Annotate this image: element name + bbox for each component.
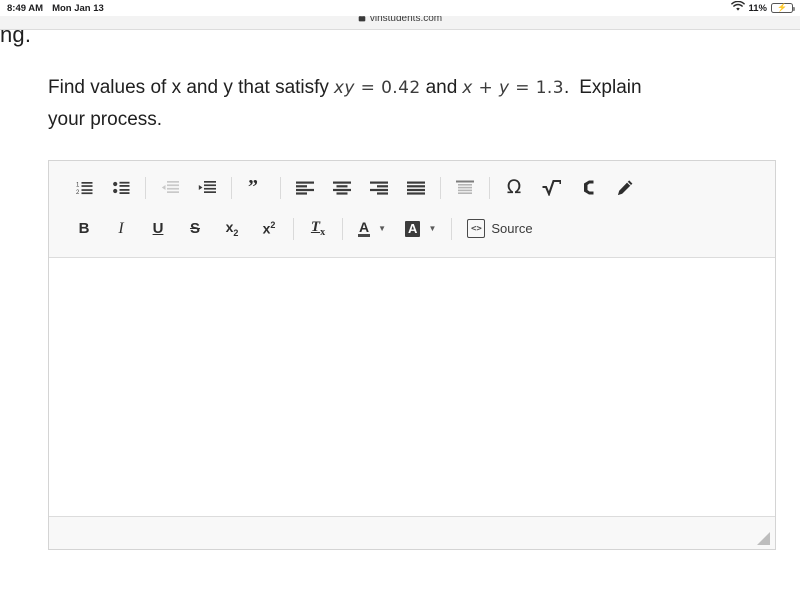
svg-text:2: 2 bbox=[76, 190, 80, 195]
remove-format-button[interactable]: Tx bbox=[303, 214, 333, 244]
bulleted-list-button[interactable] bbox=[106, 173, 136, 203]
rich-text-editor: 1 2 bbox=[48, 160, 776, 550]
toolbar-separator bbox=[231, 177, 232, 199]
editor-content-area[interactable] bbox=[49, 258, 775, 516]
status-bar: 8:49 AM Mon Jan 13 11% ⚡ bbox=[0, 0, 800, 16]
source-code-icon: <> bbox=[467, 219, 485, 238]
source-button[interactable]: <> Source bbox=[461, 214, 538, 244]
underline-icon: U bbox=[153, 221, 164, 236]
resize-grip-handle[interactable] bbox=[757, 532, 770, 545]
align-left-button[interactable] bbox=[290, 173, 320, 203]
blockquote-button[interactable]: ” bbox=[241, 173, 271, 203]
superscript-icon: x2 bbox=[263, 221, 276, 236]
align-right-button[interactable] bbox=[364, 173, 394, 203]
special-character-button[interactable]: Ω bbox=[499, 173, 529, 203]
remove-format-icon: Tx bbox=[311, 220, 325, 238]
numbered-list-button[interactable]: 1 2 bbox=[69, 173, 99, 203]
background-color-button[interactable]: A ▼ bbox=[399, 214, 442, 244]
omega-icon: Ω bbox=[507, 178, 522, 197]
math-equation-button[interactable] bbox=[536, 173, 566, 203]
battery-charging-icon: ⚡ bbox=[771, 3, 793, 13]
question-tail: Explain bbox=[579, 77, 641, 98]
text-color-button[interactable]: A ▼ bbox=[352, 214, 392, 244]
toolbar-row-2: B I U S x2 x2 bbox=[69, 208, 755, 249]
question-period: . bbox=[564, 77, 569, 98]
italic-button[interactable]: I bbox=[106, 214, 136, 244]
question-lead: Find values of x and y that satisfy bbox=[48, 77, 329, 98]
clipped-previous-line: ng. bbox=[0, 30, 31, 48]
draw-button[interactable] bbox=[610, 173, 640, 203]
background-color-icon: A bbox=[405, 221, 420, 237]
battery-percent-label: 11% bbox=[749, 3, 768, 14]
bold-icon: B bbox=[79, 221, 90, 236]
align-justify-button[interactable] bbox=[401, 173, 431, 203]
subscript-button[interactable]: x2 bbox=[217, 214, 247, 244]
svg-text:1: 1 bbox=[76, 183, 80, 189]
wifi-icon bbox=[731, 1, 745, 15]
increase-indent-button[interactable] bbox=[192, 173, 222, 203]
status-date: Mon Jan 13 bbox=[52, 3, 104, 14]
subscript-icon: x2 bbox=[226, 220, 239, 238]
status-time: 8:49 AM bbox=[7, 3, 43, 14]
toolbar-separator bbox=[489, 177, 490, 199]
text-color-icon: A bbox=[358, 220, 370, 237]
status-bar-left: 8:49 AM Mon Jan 13 bbox=[7, 3, 104, 14]
status-bar-right: 11% ⚡ bbox=[731, 1, 794, 15]
block-format-button[interactable] bbox=[450, 173, 480, 203]
chevron-down-icon: ▼ bbox=[378, 224, 386, 233]
chevron-down-icon: ▼ bbox=[428, 224, 436, 233]
underline-button[interactable]: U bbox=[143, 214, 173, 244]
page-content: ng. Find values of x and y that satisfyx… bbox=[0, 30, 800, 600]
toolbar-separator bbox=[293, 218, 294, 240]
toolbar-separator bbox=[280, 177, 281, 199]
question-line-two: your process. bbox=[48, 109, 162, 130]
toolbar-separator bbox=[440, 177, 441, 199]
equation-two: x + y = 1.3 bbox=[462, 78, 564, 98]
question-text: Find values of x and y that satisfyxy = … bbox=[48, 72, 763, 136]
toolbar-separator bbox=[342, 218, 343, 240]
strikethrough-icon: S bbox=[190, 221, 200, 236]
superscript-button[interactable]: x2 bbox=[254, 214, 284, 244]
align-center-button[interactable] bbox=[327, 173, 357, 203]
bold-button[interactable]: B bbox=[69, 214, 99, 244]
italic-icon: I bbox=[118, 221, 123, 237]
decrease-indent-button[interactable] bbox=[155, 173, 185, 203]
source-button-label: Source bbox=[491, 221, 532, 236]
svg-text:”: ” bbox=[248, 180, 258, 195]
toolbar-separator bbox=[451, 218, 452, 240]
question-conjunction: and bbox=[426, 77, 458, 98]
screen: 8:49 AM Mon Jan 13 11% ⚡ bbox=[0, 0, 800, 600]
equation-one: xy = 0.42 bbox=[334, 78, 421, 98]
editor-footer bbox=[49, 516, 775, 549]
toolbar-row-1: 1 2 bbox=[69, 167, 755, 208]
toolbar-separator bbox=[145, 177, 146, 199]
strikethrough-button[interactable]: S bbox=[180, 214, 210, 244]
editor-toolbar: 1 2 bbox=[49, 161, 775, 258]
chemistry-button[interactable] bbox=[573, 173, 603, 203]
